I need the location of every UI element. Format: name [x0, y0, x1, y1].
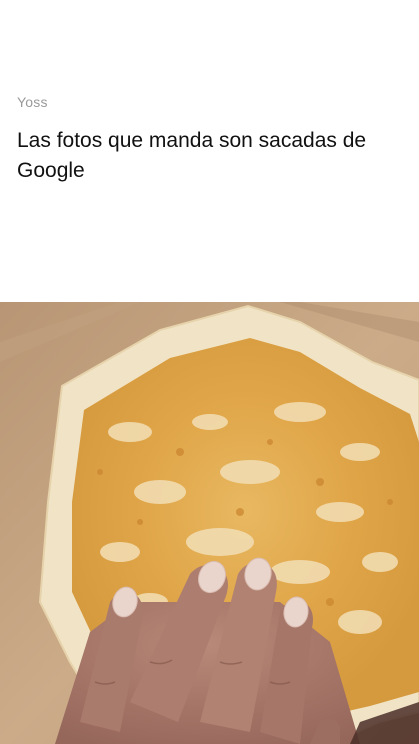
author-name[interactable]: Yoss — [17, 94, 48, 110]
food-photo — [0, 302, 419, 744]
post-text: Las fotos que manda son sacadas de Googl… — [17, 129, 367, 182]
post-image[interactable] — [0, 302, 419, 744]
post-card: Yoss Las fotos que manda son sacadas de … — [0, 0, 419, 744]
